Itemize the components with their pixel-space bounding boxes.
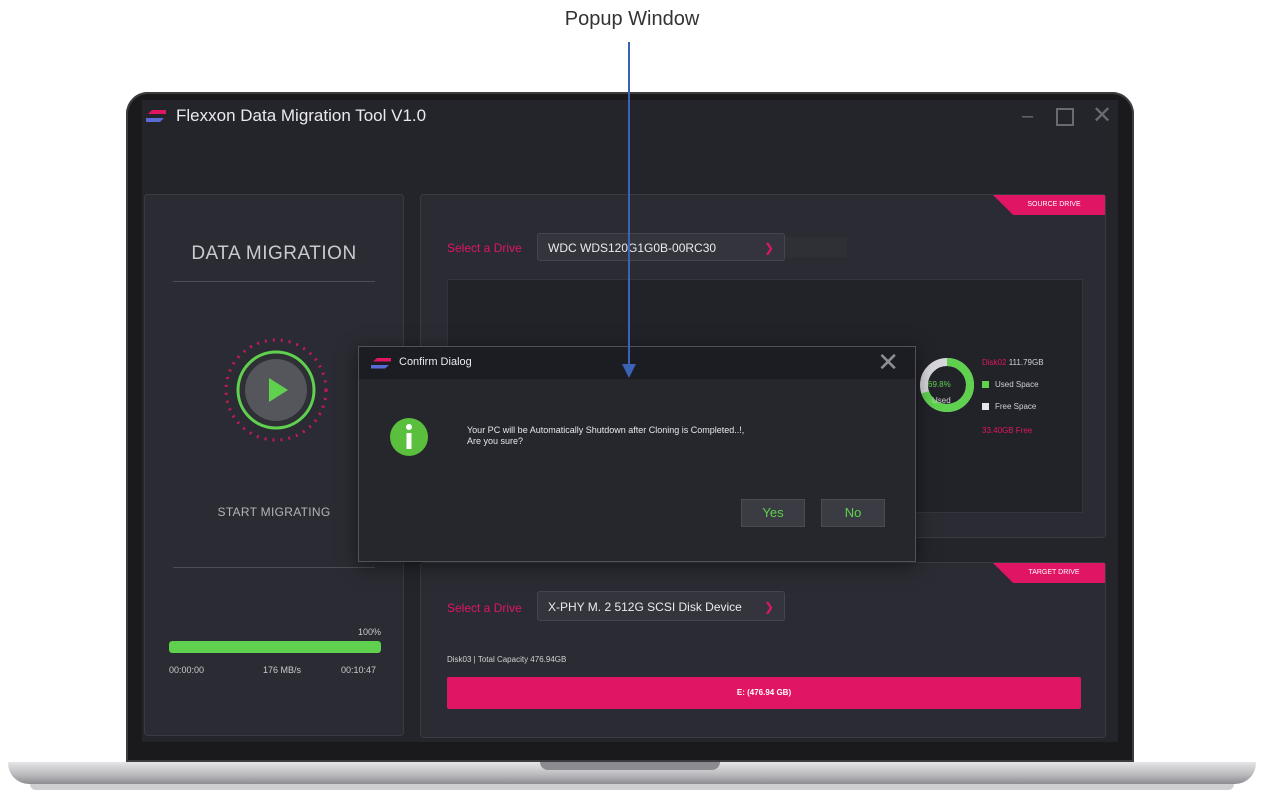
yes-button[interactable]: Yes bbox=[741, 499, 805, 527]
app-logo-icon bbox=[146, 110, 166, 122]
source-drive-select[interactable]: WDC WDS120G1G0B-00RC30 ❯ bbox=[537, 233, 785, 261]
used-percent: 69.8% bbox=[928, 380, 951, 389]
panel-title: DATA MIGRATION bbox=[191, 243, 357, 264]
confirm-dialog: Confirm Dialog ✕ Your PC will be Automat… bbox=[358, 346, 916, 562]
dialog-close-icon[interactable]: ✕ bbox=[877, 349, 899, 375]
legend-used-label: Used Space bbox=[995, 380, 1039, 389]
target-drive-value: X-PHY M. 2 512G SCSI Disk Device bbox=[548, 600, 742, 614]
transfer-speed: 176 MB/s bbox=[263, 665, 302, 675]
info-icon bbox=[390, 418, 428, 456]
minimize-icon[interactable]: – bbox=[1022, 106, 1033, 126]
disk-title: Disk02 111.79GB bbox=[982, 358, 1044, 367]
dialog-title: Confirm Dialog bbox=[399, 356, 472, 368]
target-drive-tag: TARGET DRIVE bbox=[993, 563, 1105, 583]
app-title: Flexxon Data Migration Tool V1.0 bbox=[176, 106, 427, 125]
divider bbox=[173, 281, 375, 282]
source-drive-tag: SOURCE DRIVE bbox=[993, 195, 1105, 215]
laptop-notch bbox=[540, 762, 720, 770]
progress-bar bbox=[169, 641, 381, 653]
start-migrating-button[interactable] bbox=[221, 335, 331, 445]
target-partition-bar[interactable]: E: (476.94 GB) bbox=[447, 677, 1081, 709]
dialog-message: Your PC will be Automatically Shutdown a… bbox=[467, 425, 744, 447]
divider bbox=[173, 567, 375, 568]
chevron-down-icon: ❯ bbox=[763, 241, 774, 255]
progress-fill bbox=[169, 641, 381, 653]
disk-name: Disk02 bbox=[982, 358, 1007, 367]
target-drive-panel: TARGET DRIVE Select a Drive X-PHY M. 2 5… bbox=[420, 562, 1106, 738]
callout-arrowhead bbox=[622, 364, 636, 378]
app-logo-icon bbox=[371, 358, 391, 369]
target-drive-select[interactable]: X-PHY M. 2 512G SCSI Disk Device ❯ bbox=[537, 591, 785, 621]
target-disk-info: Disk03 | Total Capacity 476.94GB bbox=[447, 655, 567, 664]
source-select-label: Select a Drive bbox=[447, 241, 522, 255]
title-bar: Flexxon Data Migration Tool V1.0 – ✕ bbox=[142, 100, 1118, 134]
laptop-foot bbox=[30, 784, 1234, 790]
maximize-icon[interactable] bbox=[1056, 108, 1074, 126]
chevron-down-icon: ❯ bbox=[763, 600, 774, 614]
callout-label: Popup Window bbox=[564, 8, 700, 30]
select-extension bbox=[785, 237, 847, 257]
dialog-titlebar: Confirm Dialog ✕ bbox=[359, 347, 915, 379]
progress-percent: 100% bbox=[357, 627, 381, 637]
dialog-message-line2: Are you sure? bbox=[467, 436, 524, 446]
legend-free: Free Space bbox=[982, 402, 1036, 411]
legend-free-label: Free Space bbox=[995, 402, 1037, 411]
used-swatch bbox=[982, 381, 989, 389]
disk-size: 111.79GB bbox=[1008, 358, 1044, 367]
legend-used: Used Space bbox=[982, 380, 1039, 389]
source-drive-value: WDC WDS120G1G0B-00RC30 bbox=[548, 241, 717, 255]
close-icon[interactable]: ✕ bbox=[1092, 104, 1112, 128]
remaining-time: 00:10:47 bbox=[341, 665, 377, 675]
free-swatch bbox=[982, 403, 989, 411]
no-button[interactable]: No bbox=[821, 499, 885, 527]
used-caption: Used bbox=[932, 396, 951, 405]
callout-line bbox=[628, 42, 630, 367]
dialog-message-line1: Your PC will be Automatically Shutdown a… bbox=[467, 425, 745, 435]
free-space-text: 33.40GB Free bbox=[982, 426, 1033, 435]
elapsed-time: 00:00:00 bbox=[169, 665, 205, 675]
target-select-label: Select a Drive bbox=[447, 601, 522, 615]
